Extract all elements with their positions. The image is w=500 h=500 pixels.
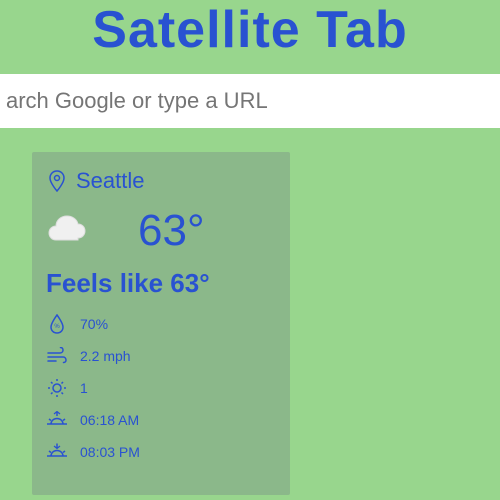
wind-row: 2.2 mph [46,345,276,367]
sunset-value: 08:03 PM [80,444,140,460]
search-input[interactable] [0,74,500,128]
sunset-row: 08:03 PM [46,441,276,463]
humidity-row: % 70% [46,313,276,335]
humidity-icon: % [46,313,68,335]
temperature-row: 63° [46,206,276,256]
location-pin-icon [46,170,68,192]
temperature-value: 63° [138,206,205,256]
location-name: Seattle [76,168,145,194]
wind-value: 2.2 mph [80,348,131,364]
sunrise-row: 06:18 AM [46,409,276,431]
page-title: Satellite Tab [0,0,500,74]
sunrise-value: 06:18 AM [80,412,139,428]
sunrise-icon [46,409,68,431]
cloud-icon [46,214,88,249]
svg-text:%: % [54,324,60,330]
weather-card: Seattle 63° Feels like 63° % 70% 2.2 mp [32,152,290,495]
location-row[interactable]: Seattle [46,168,276,194]
uv-row: 1 [46,377,276,399]
feels-like-label: Feels like 63° [46,268,276,299]
sunset-icon [46,441,68,463]
humidity-value: 70% [80,316,108,332]
wind-icon [46,345,68,367]
uv-icon [46,377,68,399]
uv-value: 1 [80,380,88,396]
